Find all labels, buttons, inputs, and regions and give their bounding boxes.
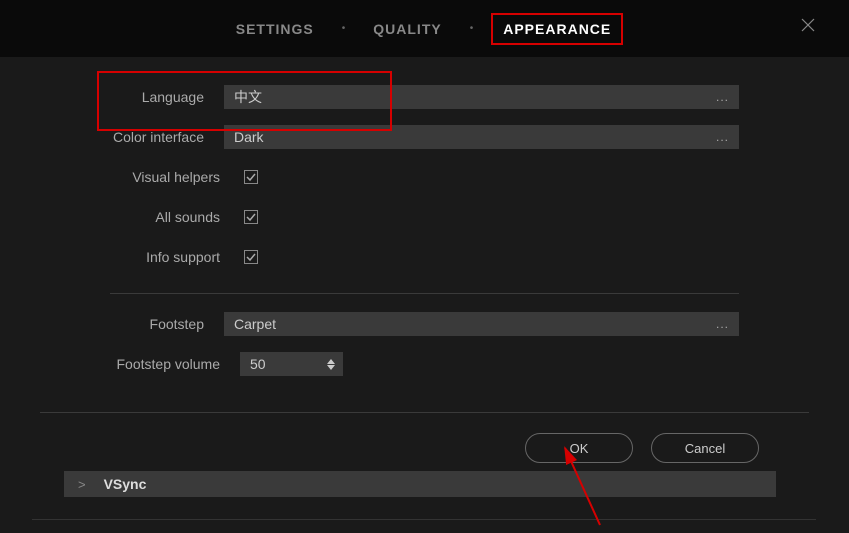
- background-vsync-row[interactable]: > VSync: [64, 471, 776, 497]
- chevron-right-icon: >: [78, 477, 86, 492]
- top-bar: SETTINGS • QUALITY • APPEARANCE: [0, 0, 849, 57]
- color-interface-value: Dark: [234, 129, 264, 145]
- label-footstep-volume: Footstep volume: [110, 356, 240, 372]
- info-support-checkbox[interactable]: [244, 250, 258, 264]
- visual-helpers-checkbox[interactable]: [244, 170, 258, 184]
- vsync-label: VSync: [104, 476, 147, 492]
- dropdown-dots-icon: ...: [716, 317, 729, 331]
- checkmark-icon: [246, 172, 256, 182]
- color-interface-dropdown[interactable]: Dark ...: [224, 125, 739, 149]
- tabs-container: SETTINGS • QUALITY • APPEARANCE: [226, 13, 624, 45]
- dropdown-dots-icon: ...: [716, 90, 729, 104]
- tab-separator: •: [470, 23, 474, 34]
- row-footstep-volume: Footstep volume 50: [110, 344, 739, 384]
- spinner-arrows-icon: [327, 359, 335, 370]
- settings-panel: Language 中文 ... Color interface Dark ...…: [0, 57, 849, 463]
- label-all-sounds: All sounds: [110, 209, 240, 225]
- cancel-button[interactable]: Cancel: [651, 433, 759, 463]
- tab-appearance[interactable]: APPEARANCE: [491, 13, 623, 45]
- row-info-support: Info support: [110, 237, 739, 277]
- ok-button[interactable]: OK: [525, 433, 633, 463]
- all-sounds-checkbox[interactable]: [244, 210, 258, 224]
- language-dropdown[interactable]: 中文 ...: [224, 85, 739, 109]
- label-info-support: Info support: [110, 249, 240, 265]
- tab-quality[interactable]: QUALITY: [363, 15, 451, 43]
- tab-settings[interactable]: SETTINGS: [226, 15, 324, 43]
- dropdown-dots-icon: ...: [716, 130, 729, 144]
- label-visual-helpers: Visual helpers: [110, 169, 240, 185]
- close-button[interactable]: [801, 18, 821, 38]
- checkmark-icon: [246, 252, 256, 262]
- language-value: 中文: [234, 87, 262, 107]
- close-icon: [801, 18, 815, 32]
- label-footstep: Footstep: [110, 316, 224, 332]
- row-all-sounds: All sounds: [110, 197, 739, 237]
- section-divider: [110, 293, 739, 294]
- row-footstep: Footstep Carpet ...: [110, 304, 739, 344]
- row-language: Language 中文 ...: [110, 77, 739, 117]
- button-row: OK Cancel: [40, 413, 809, 463]
- checkmark-icon: [246, 212, 256, 222]
- tab-separator: •: [342, 23, 346, 34]
- footstep-volume-spinner[interactable]: 50: [240, 352, 343, 376]
- footstep-value: Carpet: [234, 316, 276, 332]
- row-visual-helpers: Visual helpers: [110, 157, 739, 197]
- background-divider: [32, 519, 816, 520]
- footstep-volume-value: 50: [250, 356, 266, 372]
- label-language: Language: [110, 89, 224, 105]
- label-color-interface: Color interface: [110, 129, 224, 145]
- footstep-dropdown[interactable]: Carpet ...: [224, 312, 739, 336]
- row-color-interface: Color interface Dark ...: [110, 117, 739, 157]
